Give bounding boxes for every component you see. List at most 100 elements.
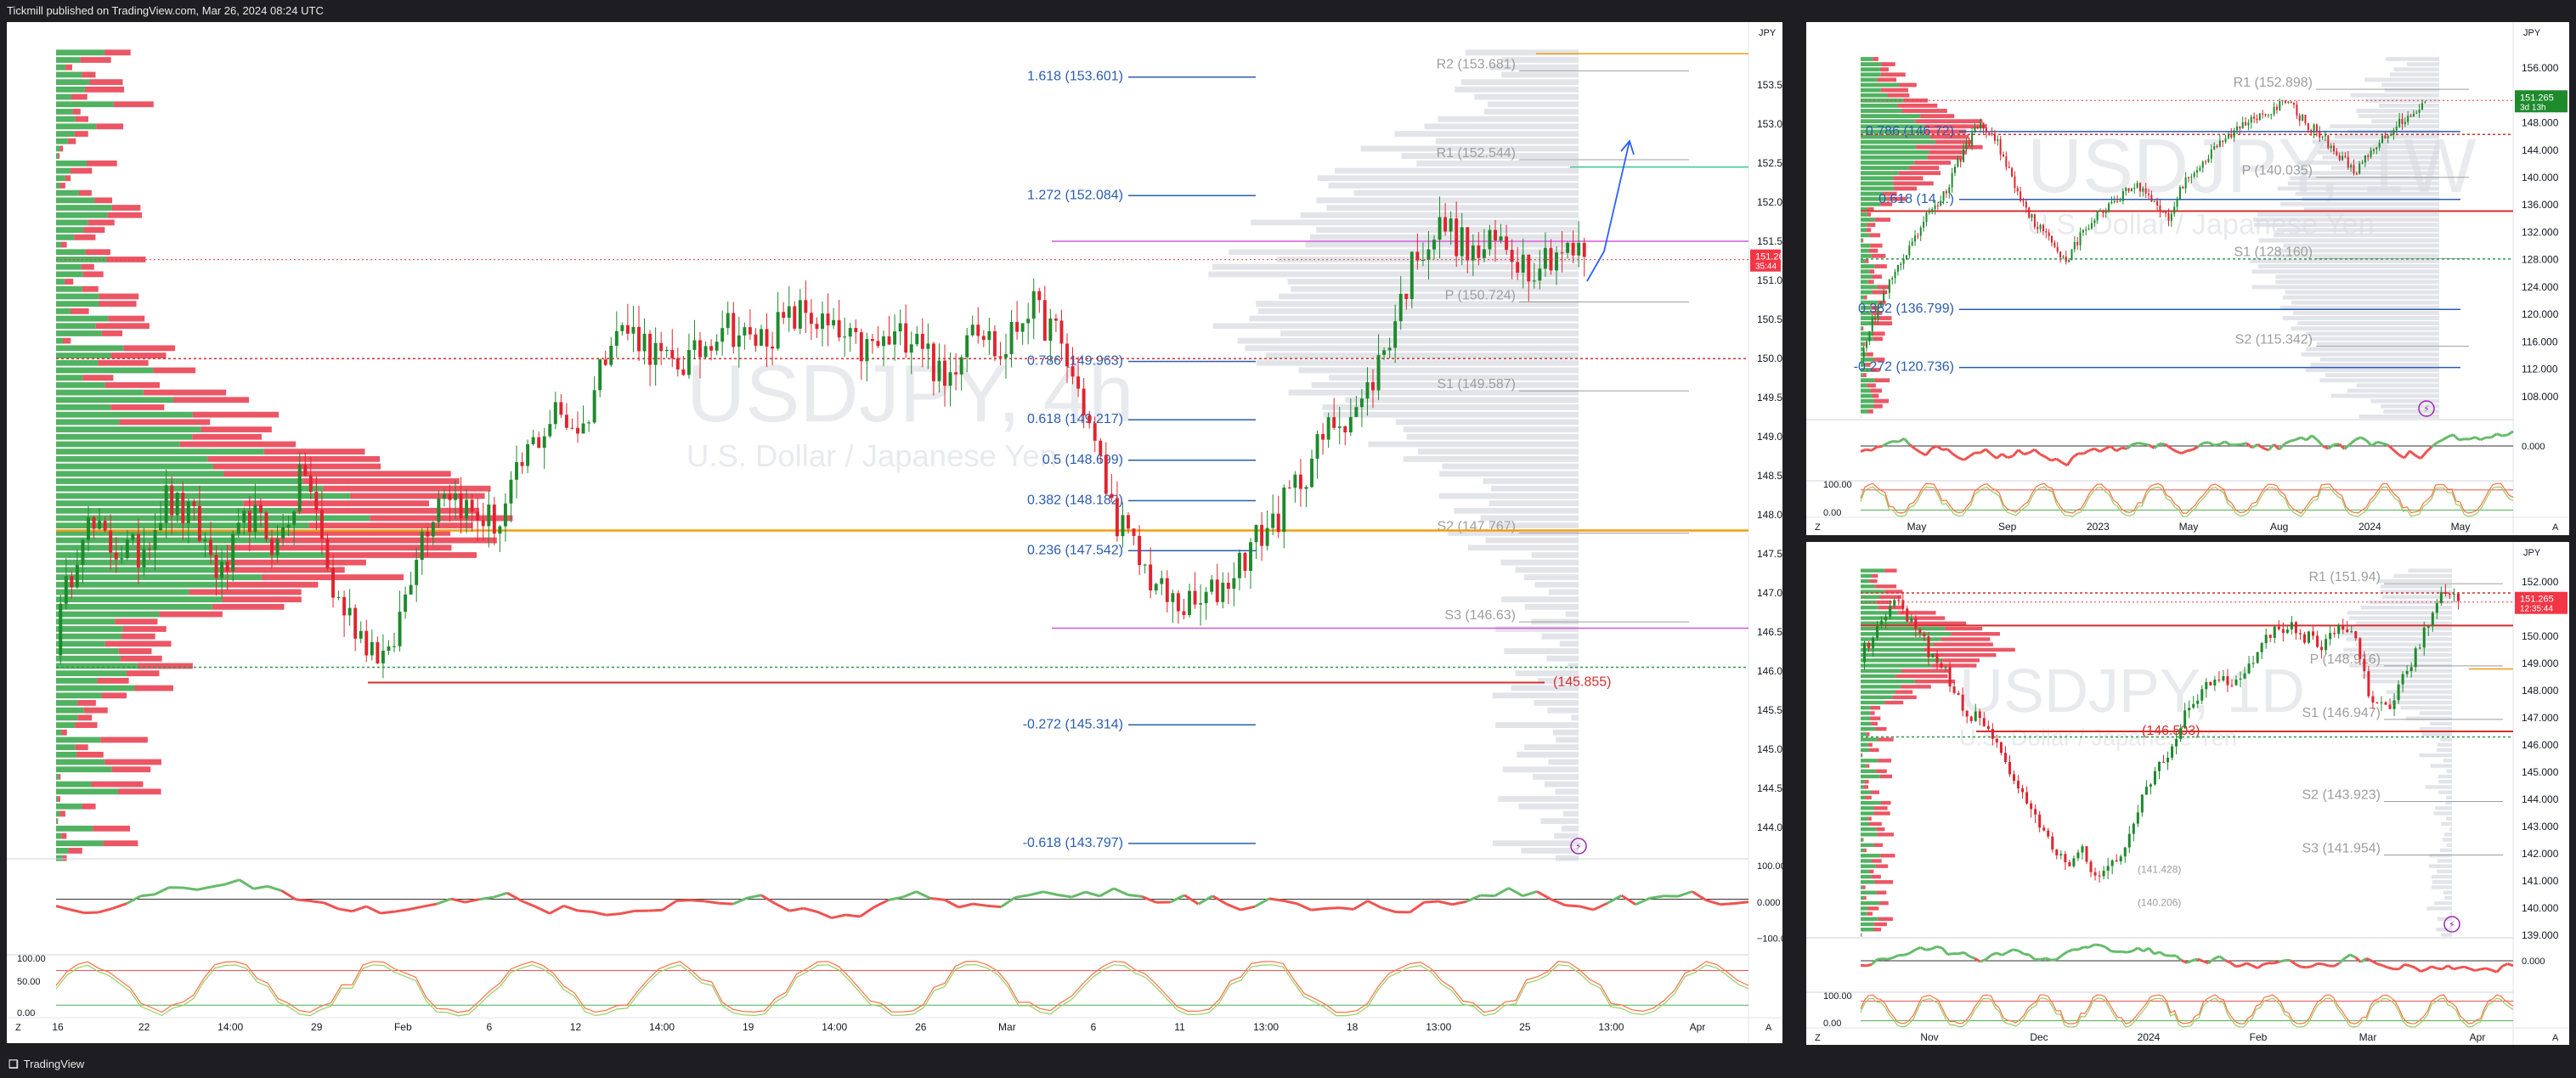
week-candle-body [2361,162,2364,164]
main-volume-profile-right-bar [1256,359,1579,366]
main-zoom-corner: Z [15,1023,21,1033]
main-volume-profile-sell-bar [212,463,381,470]
day-volume-profile-right-bar [2436,748,2452,753]
week-volume-profile-sell-bar [1868,248,1878,253]
main-candle-body [804,300,808,313]
day-x-tick-label: Mar [2359,1031,2377,1043]
week-volume-profile-buy-bar [1861,388,1871,393]
week-candle-body [2367,155,2370,157]
day-volume-profile-buy-bar [1861,774,1880,779]
main-volume-profile-right-bar [1562,810,1579,817]
main-volume-profile-sell-bar [105,381,161,388]
week-candle-body [2142,188,2144,192]
week-volume-profile-buy-bar [1861,87,1881,93]
day-volume-profile-buy-bar [1861,706,1871,710]
day-candle-body [2068,862,2071,866]
main-candle-body [197,505,201,541]
main-candle-body [559,402,563,415]
day-volume-profile-sell-bar [1872,573,1878,579]
week-pivot-label: S2 (115.342) [2235,333,2313,347]
main-volume-profile-sell-bar [82,271,104,278]
main-candle-body [498,526,502,534]
week-candle-body [2342,155,2344,161]
main-candle-body [542,436,546,449]
week-candle-body [2150,195,2153,202]
brand-text: TradingView [23,1058,85,1070]
main-candle-body [381,651,385,663]
day-candle-body [2268,635,2272,638]
day-candle-body [2196,700,2200,704]
day-candle-body [2102,871,2105,877]
main-volume-profile-sell-bar [83,707,108,714]
main-candle-body [926,343,930,349]
chart-4h-panel[interactable]: USDJPY, 4h U.S. Dollar / Japanese Yen JPY 1… [7,22,1782,1043]
main-y-tick-label: 145.500 [1757,704,1782,716]
main-candle-body [981,336,986,341]
main-volume-profile-sell-bar [78,189,92,196]
day-volume-profile-sell-bar [1931,663,1977,668]
main-volume-profile-right-bar [1565,611,1579,618]
week-candle-body [2108,203,2110,212]
main-candle-body [1127,515,1130,529]
week-y-tick-label: 144.000 [2522,144,2559,156]
day-candle-body [2064,854,2067,863]
tradingview-logo-icon: ❏ [8,1058,19,1070]
day-candle-body [2256,652,2259,663]
week-volume-profile-sell-bar [1871,253,1886,258]
main-volume-profile-sell-bar [65,175,71,182]
main-volume-profile-sell-bar [118,648,152,654]
main-candle-body [481,520,485,527]
main-candle-body [1026,319,1031,324]
main-candle-body [153,530,157,550]
day-candle-body [2422,627,2426,648]
main-candle-body [832,319,836,326]
main-candle-body [793,306,797,329]
day-candle-body [1927,636,1930,658]
day-volume-profile-buy-bar [1861,605,1878,610]
main-volume-profile-right-bar [1328,183,1579,189]
day-pivot-label: S3 (141.954) [2302,842,2381,856]
chart-daily-panel[interactable]: USDJPY, 1D U.S. Dollar / Japanese Yen JPY 1… [1806,542,2569,1045]
main-y-tick-label: 150.000 [1757,353,1782,364]
main-candle-body [904,323,908,353]
main-volume-profile-right-bar [1504,648,1579,654]
day-volume-profile-buy-bar [1861,748,1870,753]
week-volume-profile-buy-bar [1861,93,1888,98]
day-volume-profile-sell-bar [1875,769,1887,774]
main-volume-profile-sell-bar [137,663,193,669]
day-osc1-line-segment [1876,957,1883,961]
week-volume-profile-buy-bar [1861,72,1881,77]
week-volume-profile-sell-bar [1914,161,1952,165]
week-candle-body [1911,241,1913,246]
week-volume-profile-right-bar [2282,316,2439,320]
day-x-tick-label: Nov [1920,1031,1938,1043]
week-candle-body [1985,127,1987,133]
week-candle-body [2121,190,2124,201]
main-x-tick-label: 13:00 [1253,1021,1279,1033]
day-candle-body [2456,594,2460,601]
day-volume-profile-buy-bar [1861,626,1946,631]
day-candle-body [2409,667,2413,672]
week-volume-profile-right-bar [2291,326,2439,331]
week-candle-body [2279,101,2281,110]
day-osc1-line-segment [2317,962,2324,966]
week-svg: USDJPY, 1WU.S. Dollar / Japanese YenJPY1… [1806,22,2569,535]
chart-weekly-panel[interactable]: USDJPY, 1W U.S. Dollar / Japanese Yen JPY 1… [1806,22,2569,535]
day-volume-profile-right-bar [2442,838,2452,842]
day-volume-profile-buy-bar [1861,652,1934,658]
main-candle-body [893,331,897,345]
main-osc1-tick: −100.000 [1757,934,1782,945]
main-candle-body [1543,247,1547,269]
main-volume-profile-right-bar [1501,71,1579,78]
main-auto-scale-corner: A [1765,1023,1772,1033]
week-y-tick-label: 128.000 [2522,254,2559,266]
week-volume-profile-sell-bar [1873,57,1878,61]
day-volume-profile-sell-bar [1869,579,1878,584]
day-candle-body [2359,638,2362,659]
week-candle-body [2233,130,2235,138]
main-x-tick-label: 16 [52,1021,64,1033]
day-volume-profile-sell-bar [1861,753,1863,758]
week-volume-profile-right-bar [2306,331,2439,336]
main-osc1-tick: 0.000 [1757,898,1781,908]
main-volume-profile-right-bar [1524,603,1579,610]
